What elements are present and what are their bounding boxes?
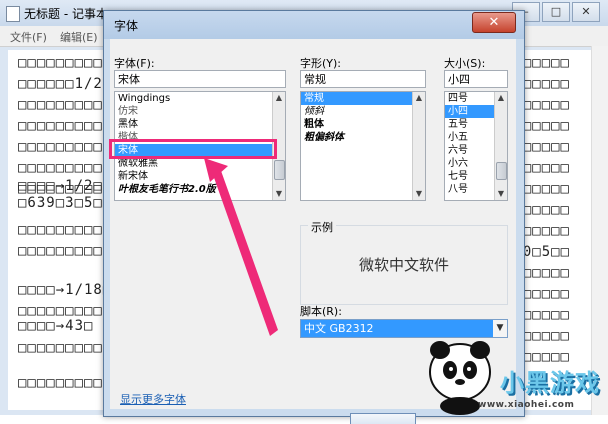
watermark-brand: 小黑游戏	[500, 369, 600, 397]
watermark-url: www.xiaohei.com	[478, 400, 575, 410]
